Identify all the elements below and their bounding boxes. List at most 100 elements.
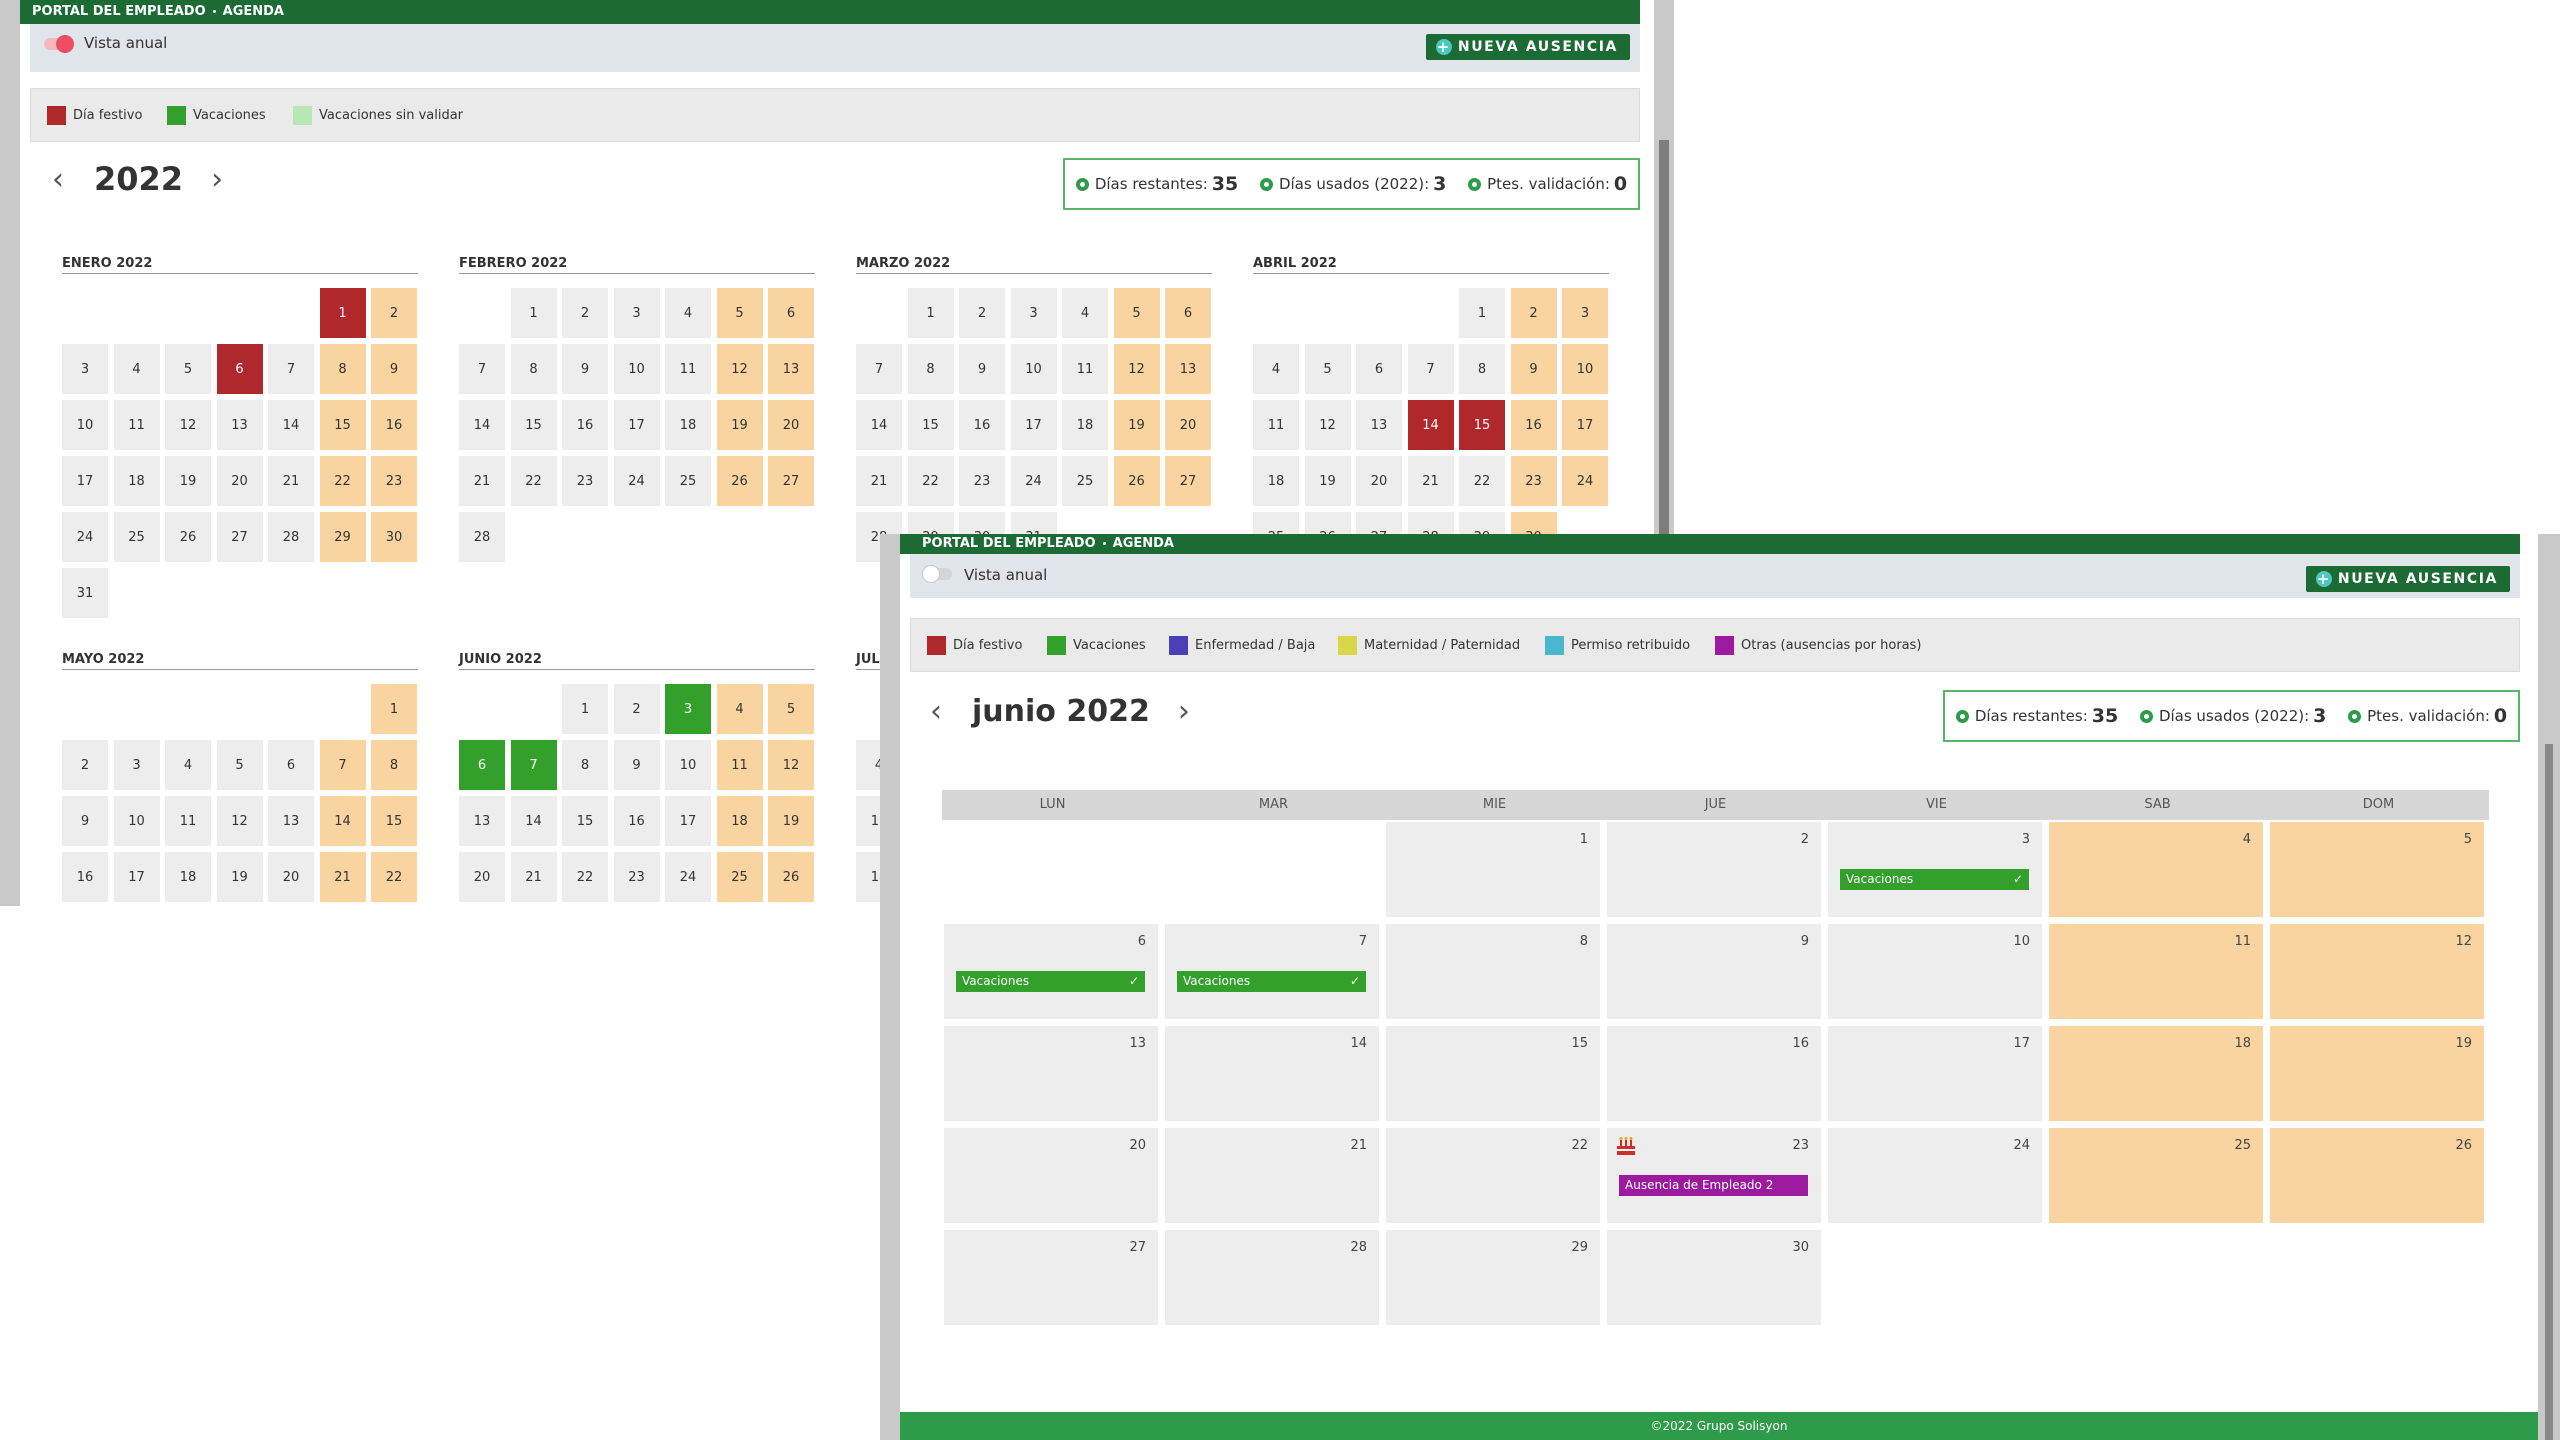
day-cell[interactable]: 11	[716, 740, 763, 790]
day-cell[interactable]: 22	[371, 852, 417, 902]
day-cell[interactable]: 10	[1010, 344, 1057, 394]
day-cell[interactable]: 5	[2270, 822, 2484, 917]
day-cell[interactable]: 1	[371, 684, 417, 734]
day-cell[interactable]: 24	[62, 512, 108, 562]
day-cell[interactable]: 24	[1828, 1128, 2042, 1223]
day-cell[interactable]: 22	[319, 456, 366, 506]
day-cell[interactable]: 13	[268, 796, 314, 846]
day-cell[interactable]: 13	[768, 344, 814, 394]
day-cell[interactable]: 8	[562, 740, 608, 790]
event-bar[interactable]: Vacaciones ✓	[1840, 869, 2029, 890]
day-cell[interactable]: 11	[1062, 344, 1108, 394]
day-cell[interactable]: 4	[1253, 344, 1299, 394]
day-cell[interactable]: 24	[613, 456, 660, 506]
day-cell[interactable]: 13	[216, 400, 263, 450]
breadcrumb-agenda[interactable]: AGENDA	[1113, 536, 1174, 551]
day-cell[interactable]: 17	[1010, 400, 1057, 450]
day-cell[interactable]: 12	[768, 740, 814, 790]
day-cell[interactable]: 5	[1304, 344, 1351, 394]
day-cell[interactable]: 13	[1356, 400, 1402, 450]
day-cell[interactable]: 9	[62, 796, 108, 846]
day-cell[interactable]: 19	[768, 796, 814, 846]
day-cell[interactable]: 11	[1253, 400, 1299, 450]
day-cell[interactable]: 14	[856, 400, 902, 450]
day-cell[interactable]: 15	[562, 796, 608, 846]
day-cell[interactable]: 16	[1607, 1026, 1821, 1121]
day-cell[interactable]: 30	[371, 512, 417, 562]
day-cell[interactable]: 23 Ausencia de Empleado 2	[1607, 1128, 1821, 1223]
day-cell[interactable]: 25	[665, 456, 711, 506]
day-cell[interactable]: 11	[165, 796, 211, 846]
day-cell[interactable]: 8	[510, 344, 557, 394]
day-cell[interactable]: 25	[2049, 1128, 2263, 1223]
day-cell[interactable]: 18	[1253, 456, 1299, 506]
day-cell[interactable]: 27	[768, 456, 814, 506]
day-cell[interactable]: 8	[319, 344, 366, 394]
day-cell[interactable]: 10	[665, 740, 711, 790]
day-cell[interactable]: 2	[959, 288, 1005, 338]
day-cell[interactable]: 3	[665, 684, 711, 734]
day-cell[interactable]: 7	[268, 344, 314, 394]
day-cell[interactable]: 22	[907, 456, 954, 506]
day-cell[interactable]: 23	[959, 456, 1005, 506]
day-cell[interactable]: 22	[1459, 456, 1505, 506]
day-cell[interactable]: 21	[459, 456, 505, 506]
day-cell[interactable]: 2	[371, 288, 417, 338]
day-cell[interactable]: 31	[62, 568, 108, 618]
day-cell[interactable]: 15	[319, 400, 366, 450]
day-cell[interactable]: 23	[371, 456, 417, 506]
day-cell[interactable]: 14	[268, 400, 314, 450]
day-cell[interactable]: 6	[459, 740, 505, 790]
day-cell[interactable]: 16	[62, 852, 108, 902]
day-cell[interactable]: 18	[113, 456, 160, 506]
day-cell[interactable]: 5	[216, 740, 263, 790]
day-cell[interactable]: 29	[319, 512, 366, 562]
day-cell[interactable]: 26	[716, 456, 763, 506]
day-cell[interactable]: 2	[1510, 288, 1557, 338]
annual-view-toggle[interactable]	[922, 565, 952, 583]
day-cell[interactable]: 18	[716, 796, 763, 846]
front-left-scrollbar[interactable]	[880, 534, 900, 1440]
day-cell[interactable]: 9	[613, 740, 660, 790]
day-cell[interactable]: 21	[268, 456, 314, 506]
day-cell[interactable]: 1	[907, 288, 954, 338]
day-cell[interactable]: 15	[1459, 400, 1505, 450]
event-bar[interactable]: Vacaciones ✓	[1177, 971, 1366, 992]
day-cell[interactable]: 18	[165, 852, 211, 902]
day-cell[interactable]: 25	[113, 512, 160, 562]
day-cell[interactable]: 6	[768, 288, 814, 338]
day-cell[interactable]: 24	[1562, 456, 1608, 506]
breadcrumb-agenda[interactable]: AGENDA	[223, 4, 284, 19]
day-cell[interactable]: 16	[959, 400, 1005, 450]
day-cell[interactable]: 9	[562, 344, 608, 394]
day-cell[interactable]: 7	[459, 344, 505, 394]
day-cell[interactable]: 3	[1010, 288, 1057, 338]
day-cell[interactable]: 4	[165, 740, 211, 790]
day-cell[interactable]: 6	[1356, 344, 1402, 394]
day-cell[interactable]: 26	[165, 512, 211, 562]
day-cell[interactable]: 19	[2270, 1026, 2484, 1121]
day-cell[interactable]: 20	[459, 852, 505, 902]
chevron-left-icon[interactable]: ‹	[930, 694, 942, 729]
day-cell[interactable]: 18	[2049, 1026, 2263, 1121]
day-cell[interactable]: 1	[319, 288, 366, 338]
day-cell[interactable]: 6	[268, 740, 314, 790]
day-cell[interactable]: 21	[856, 456, 902, 506]
day-cell[interactable]: 20	[768, 400, 814, 450]
day-cell[interactable]: 20	[216, 456, 263, 506]
day-cell[interactable]: 1	[510, 288, 557, 338]
day-cell[interactable]: 9	[1510, 344, 1557, 394]
day-cell[interactable]: 9	[959, 344, 1005, 394]
chevron-right-icon[interactable]: ›	[211, 162, 223, 197]
day-cell[interactable]: 18	[665, 400, 711, 450]
day-cell[interactable]: 7 Vacaciones ✓	[1165, 924, 1379, 1019]
day-cell[interactable]: 13	[944, 1026, 1158, 1121]
day-cell[interactable]: 16	[1510, 400, 1557, 450]
day-cell[interactable]: 12	[716, 344, 763, 394]
day-cell[interactable]: 21	[510, 852, 557, 902]
day-cell[interactable]: 27	[1165, 456, 1211, 506]
day-cell[interactable]: 12	[2270, 924, 2484, 1019]
day-cell[interactable]: 10	[62, 400, 108, 450]
day-cell[interactable]: 20	[268, 852, 314, 902]
day-cell[interactable]: 18	[1062, 400, 1108, 450]
